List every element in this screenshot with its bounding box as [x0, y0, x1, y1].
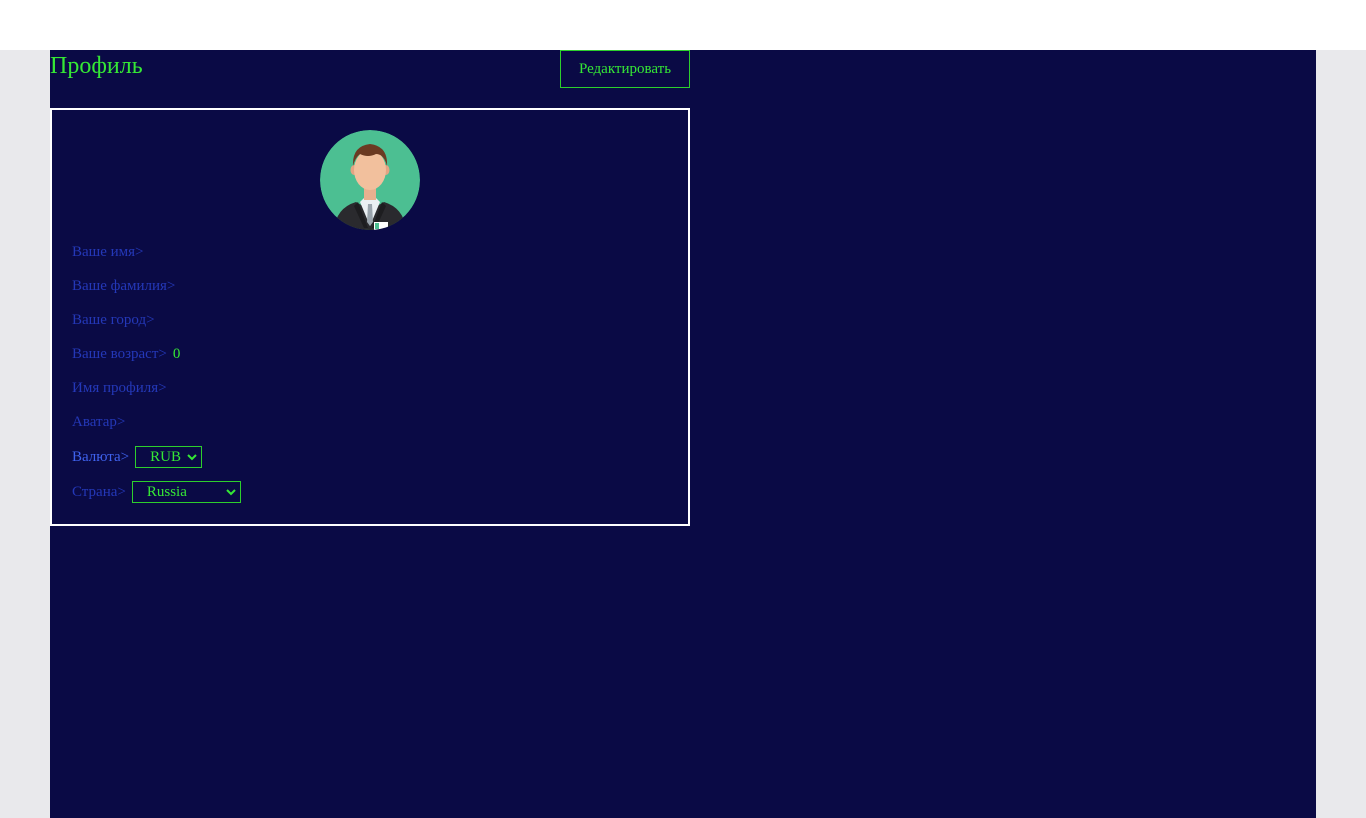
age-label: Ваше возраст>: [72, 345, 167, 362]
main-content: Профиль Редактировать Ваше имя> Ваше фам…: [50, 50, 1316, 818]
top-bar: [0, 0, 1366, 50]
currency-select-value: RUB: [150, 448, 181, 465]
currency-label: Валюта>: [72, 448, 130, 465]
city-label: Ваше город>: [72, 311, 155, 328]
first-name-row: Ваше имя>: [72, 240, 144, 264]
avatar-label: Аватар>: [72, 413, 126, 430]
edit-button[interactable]: Редактировать: [560, 50, 690, 88]
page-title: Профиль: [50, 53, 143, 79]
first-name-label: Ваше имя>: [72, 243, 144, 260]
currency-select[interactable]: RUB: [135, 446, 203, 468]
age-value: 0: [172, 345, 181, 362]
country-row: Страна> Russia: [72, 480, 241, 504]
city-row: Ваше город>: [72, 308, 155, 332]
avatar-row: Аватар>: [72, 410, 125, 434]
country-select-value: Russia: [146, 483, 187, 500]
last-name-label: Ваше фамилия>: [72, 277, 176, 294]
country-label: Страна>: [72, 483, 126, 500]
country-select[interactable]: Russia: [131, 481, 241, 503]
chevron-down-icon: [226, 489, 236, 496]
chevron-down-icon: [187, 454, 197, 461]
user-avatar-icon: [320, 130, 420, 230]
last-name-row: Ваше фамилия>: [72, 274, 175, 298]
profile-card: Ваше имя> Ваше фамилия> Ваше город> Ваше…: [50, 108, 690, 526]
profile-name-row: Имя профиля>: [72, 376, 167, 400]
age-row: Ваше возраст> 0: [72, 342, 180, 366]
profile-name-label: Имя профиля>: [72, 379, 167, 396]
currency-row: Валюта> RUB: [72, 445, 203, 469]
